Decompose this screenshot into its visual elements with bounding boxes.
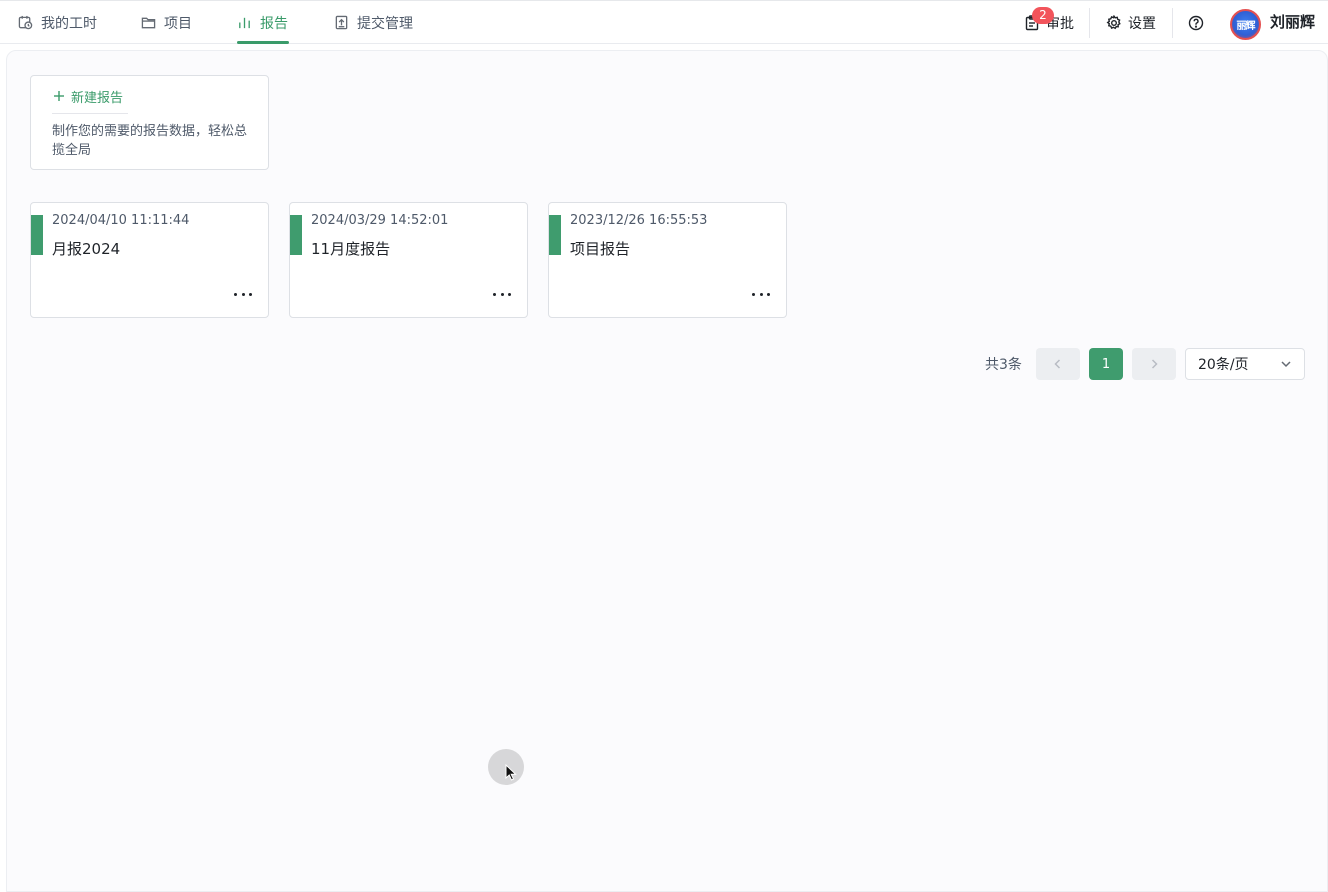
avatar[interactable]: 丽辉 bbox=[1230, 9, 1261, 40]
mouse-pointer-icon bbox=[505, 764, 517, 781]
gear-icon bbox=[1106, 14, 1121, 29]
tab-label: 项目 bbox=[164, 15, 192, 32]
settings-button[interactable]: 设置 bbox=[1106, 1, 1156, 44]
chevron-right-icon bbox=[1151, 359, 1158, 369]
page-size-select[interactable]: 20条/页 bbox=[1185, 348, 1305, 380]
new-report-card: 新建报告 制作您的需要的报告数据，轻松总揽全局 bbox=[30, 75, 269, 170]
pagination-total: 共3条 bbox=[985, 357, 1022, 373]
divider bbox=[1172, 8, 1173, 38]
tab-label: 报告 bbox=[260, 15, 288, 32]
tab-projects[interactable]: 项目 bbox=[141, 1, 192, 44]
chevron-down-icon bbox=[1281, 361, 1291, 368]
page-size-value: 20条/页 bbox=[1198, 357, 1249, 373]
tab-label: 提交管理 bbox=[357, 15, 413, 32]
divider bbox=[52, 113, 128, 114]
report-title: 11月度报告 bbox=[311, 240, 391, 258]
prev-page-button[interactable] bbox=[1036, 348, 1080, 380]
help-button[interactable] bbox=[1188, 1, 1204, 44]
report-date: 2024/03/29 14:52:01 bbox=[311, 213, 449, 228]
help-icon bbox=[1188, 15, 1204, 30]
bar-chart-icon bbox=[239, 17, 250, 29]
chevron-left-icon bbox=[1054, 359, 1061, 369]
upload-doc-icon bbox=[335, 15, 348, 30]
report-card[interactable]: 2024/04/10 11:11:44 月报2024 bbox=[30, 202, 269, 318]
divider bbox=[1089, 8, 1090, 38]
report-date: 2023/12/26 16:55:53 bbox=[570, 213, 708, 228]
report-title: 项目报告 bbox=[570, 240, 631, 258]
top-navigation-bar: 我的工时 项目 报告 提交管理 审批 2 设置 丽辉 刘丽辉 bbox=[0, 0, 1328, 44]
new-report-description: 制作您的需要的报告数据，轻松总揽全局 bbox=[52, 124, 248, 158]
report-date: 2024/04/10 11:11:44 bbox=[52, 213, 190, 228]
clock-calendar-icon bbox=[18, 15, 33, 30]
report-card[interactable]: 2023/12/26 16:55:53 项目报告 bbox=[548, 202, 787, 318]
tab-label: 我的工时 bbox=[41, 15, 97, 32]
report-card[interactable]: 2024/03/29 14:52:01 11月度报告 bbox=[289, 202, 528, 318]
new-report-label: 新建报告 bbox=[71, 90, 124, 106]
main-content-panel bbox=[6, 50, 1328, 892]
more-options-icon[interactable] bbox=[752, 287, 770, 301]
active-tab-underline bbox=[237, 41, 289, 44]
more-options-icon[interactable] bbox=[234, 287, 252, 301]
report-title: 月报2024 bbox=[52, 240, 121, 258]
page-number-current[interactable]: 1 bbox=[1089, 348, 1123, 380]
report-accent-bar bbox=[31, 215, 43, 255]
report-accent-bar bbox=[549, 215, 561, 255]
tab-my-hours[interactable]: 我的工时 bbox=[18, 1, 97, 44]
report-accent-bar bbox=[290, 215, 302, 255]
folder-icon bbox=[141, 17, 156, 29]
settings-label: 设置 bbox=[1128, 15, 1156, 32]
plus-icon bbox=[54, 91, 64, 101]
next-page-button[interactable] bbox=[1132, 348, 1176, 380]
avatar-text: 丽辉 bbox=[1236, 21, 1256, 32]
tab-reports[interactable]: 报告 bbox=[237, 1, 289, 44]
more-options-icon[interactable] bbox=[493, 287, 511, 301]
approval-count-badge: 2 bbox=[1032, 7, 1054, 24]
user-name[interactable]: 刘丽辉 bbox=[1270, 1, 1315, 44]
new-report-button[interactable]: 新建报告 bbox=[53, 86, 123, 106]
tab-submission-management[interactable]: 提交管理 bbox=[334, 1, 413, 44]
